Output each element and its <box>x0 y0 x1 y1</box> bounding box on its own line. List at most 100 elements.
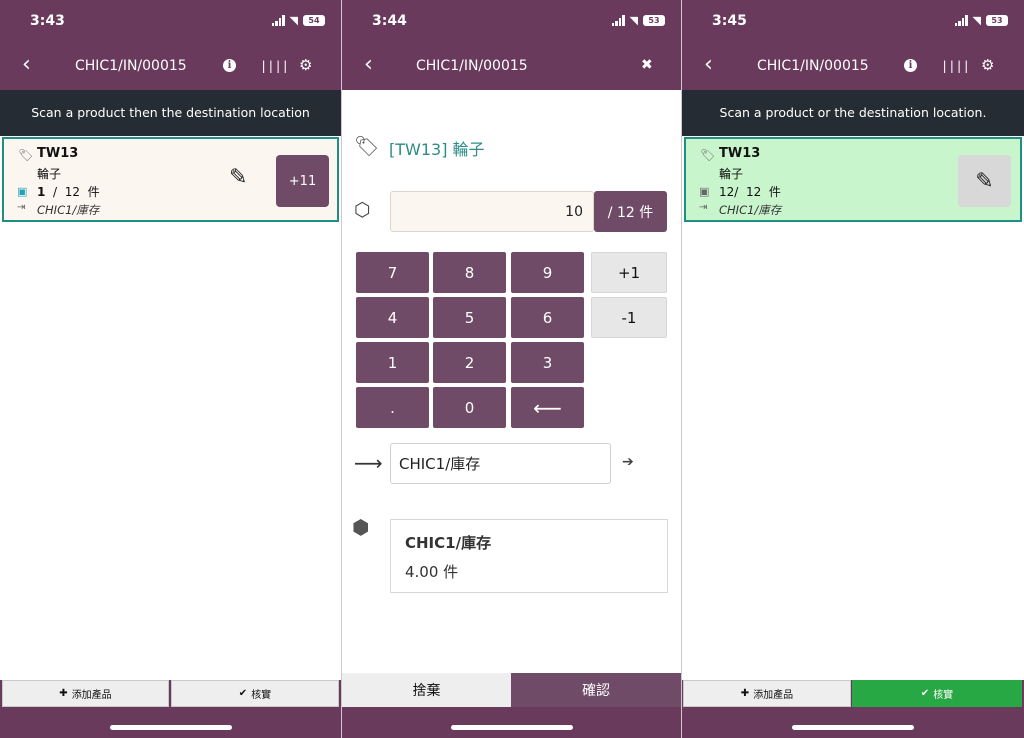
destination-location: CHIC1/庫存 <box>719 203 782 217</box>
status-time: 3:43 <box>30 13 65 29</box>
nav-bar: ‹ CHIC1/IN/00015 i |||| ⚙ <box>0 42 341 90</box>
barcode-icon[interactable]: |||| <box>941 57 970 75</box>
wifi-icon: ◥ <box>629 14 638 27</box>
info-icon[interactable]: i <box>904 59 917 72</box>
plus-icon: ✚ <box>59 688 68 699</box>
home-indicator <box>792 725 914 730</box>
increment-button[interactable]: +1 <box>591 252 667 293</box>
product-name: 輪子 <box>719 167 744 181</box>
keypad-1[interactable]: 1 <box>356 342 429 383</box>
battery-icon: 54 <box>303 15 325 26</box>
keypad-5[interactable]: 5 <box>433 297 506 338</box>
back-icon[interactable]: ‹ <box>704 53 713 77</box>
battery-icon: 53 <box>986 15 1008 26</box>
keypad-7[interactable]: 7 <box>356 252 429 293</box>
go-arrow-icon[interactable]: ➔ <box>622 454 634 470</box>
nav-bar: ‹ CHIC1/IN/00015 i |||| ⚙ <box>682 42 1024 90</box>
info-icon[interactable]: i <box>223 59 236 72</box>
product-title: [TW13] 輪子 <box>389 140 485 159</box>
add-product-button[interactable]: ✚ 添加產品 <box>683 680 851 707</box>
status-bar: 3:43 ◥ 54 <box>0 0 341 42</box>
destination-input[interactable]: CHIC1/庫存 <box>390 443 611 484</box>
instruction-banner: Scan a product then the destination loca… <box>0 90 341 136</box>
cellular-signal-icon <box>271 15 285 26</box>
add-remaining-button[interactable]: +11 <box>276 155 329 207</box>
decrement-button[interactable]: -1 <box>591 297 667 338</box>
move-line-card[interactable]: 🏷︎ TW13 輪子 ▣ 1 / 12 件 ⇥ CHIC1/庫存 ✎ +11 <box>2 137 339 222</box>
status-time: 3:44 <box>372 13 407 29</box>
destination-location: CHIC1/庫存 <box>37 203 100 217</box>
tag-icon: 🏷︎ <box>18 148 34 162</box>
status-bar: 3:45 ◥ 53 <box>682 0 1024 42</box>
page-title: CHIC1/IN/00015 <box>757 58 869 74</box>
qty-total: 12 <box>745 185 762 199</box>
box-icon: ⬡ <box>354 199 371 221</box>
nav-bar: ‹ CHIC1/IN/00015 ✖ <box>342 42 681 90</box>
gear-icon[interactable]: ⚙ <box>981 56 994 74</box>
validate-label: 核實 <box>933 690 954 701</box>
screen-edit-line: 3:44 ◥ 53 ‹ CHIC1/IN/00015 ✖ 🏷︎ [TW13] 輪… <box>342 0 681 738</box>
validate-label: 核實 <box>251 690 272 701</box>
keypad-4[interactable]: 4 <box>356 297 429 338</box>
boxes-icon: ⬢ <box>352 515 370 539</box>
keypad-6[interactable]: 6 <box>511 297 584 338</box>
screen-line-done: 3:45 ◥ 53 ‹ CHIC1/IN/00015 i |||| ⚙ Scan… <box>682 0 1024 738</box>
check-icon: ✔ <box>238 688 248 699</box>
quantity-text: 1 / 12 件 <box>37 183 100 200</box>
qty-total: 12 <box>64 185 80 199</box>
quantity-max-button[interactable]: / 12 件 <box>594 191 667 232</box>
close-icon[interactable]: ✖ <box>641 56 653 74</box>
confirm-button[interactable]: 確認 <box>511 673 681 707</box>
box-icon: ▣ <box>699 185 710 198</box>
plus-icon: ✚ <box>740 688 750 699</box>
pencil-icon[interactable]: ✎ <box>229 165 247 190</box>
back-icon[interactable]: ‹ <box>364 53 373 77</box>
barcode-icon[interactable]: |||| <box>260 57 289 75</box>
battery-icon: 53 <box>643 15 665 26</box>
pencil-icon: ✎ <box>975 168 994 194</box>
product-code: TW13 <box>37 146 79 161</box>
arrow-right-icon: ⟶ <box>354 451 383 475</box>
keypad-3[interactable]: 3 <box>511 342 584 383</box>
stock-info-card: CHIC1/庫存 4.00 件 <box>390 519 668 593</box>
qty-separator: / <box>53 185 58 199</box>
qty-done: 12 <box>719 185 735 199</box>
add-product-label: 添加產品 <box>71 690 112 701</box>
check-icon: ✔ <box>920 688 930 699</box>
back-icon[interactable]: ‹ <box>22 53 31 77</box>
keypad-8[interactable]: 8 <box>433 252 506 293</box>
add-product-label: 添加產品 <box>753 690 794 701</box>
qty-separator: / <box>734 185 739 199</box>
move-line-card[interactable]: 🏷︎ TW13 輪子 ▣ 12/ 12 件 ⇥ CHIC1/庫存 ✎ <box>684 137 1022 222</box>
wifi-icon: ◥ <box>972 14 981 27</box>
home-indicator <box>110 725 232 730</box>
gear-icon[interactable]: ⚙ <box>299 56 312 74</box>
keypad-dot[interactable]: . <box>356 387 429 428</box>
discard-button[interactable]: 捨棄 <box>342 673 511 707</box>
cellular-signal-icon <box>954 15 968 26</box>
tag-icon: 🏷︎ <box>700 148 716 162</box>
wifi-icon: ◥ <box>289 14 298 27</box>
keypad-2[interactable]: 2 <box>433 342 506 383</box>
quantity-text: 12/ 12 件 <box>719 183 781 200</box>
add-product-button[interactable]: ✚ 添加產品 <box>2 680 169 707</box>
validate-button[interactable]: ✔ 核實 <box>852 680 1022 707</box>
backspace-button[interactable]: ⟵ <box>511 387 584 428</box>
tag-icon: 🏷︎ <box>354 134 380 158</box>
home-indicator <box>451 725 573 730</box>
keypad-0[interactable]: 0 <box>433 387 506 428</box>
page-title: CHIC1/IN/00015 <box>416 58 528 74</box>
stock-quantity: 4.00 件 <box>405 563 459 581</box>
quantity-input[interactable]: 10 <box>390 191 594 232</box>
location-icon: ⇥ <box>699 202 708 213</box>
page-title: CHIC1/IN/00015 <box>75 58 187 74</box>
keypad-9[interactable]: 9 <box>511 252 584 293</box>
qty-done: 1 <box>37 185 46 199</box>
validate-button[interactable]: ✔ 核實 <box>171 680 339 707</box>
screen-scan-step: 3:43 ◥ 54 ‹ CHIC1/IN/00015 i |||| ⚙ Scan… <box>0 0 341 738</box>
edit-line-button[interactable]: ✎ <box>958 155 1011 207</box>
qty-uom: 件 <box>768 185 781 199</box>
box-icon: ▣ <box>17 185 28 198</box>
location-icon: ⇥ <box>17 202 26 213</box>
product-name: 輪子 <box>37 167 62 181</box>
